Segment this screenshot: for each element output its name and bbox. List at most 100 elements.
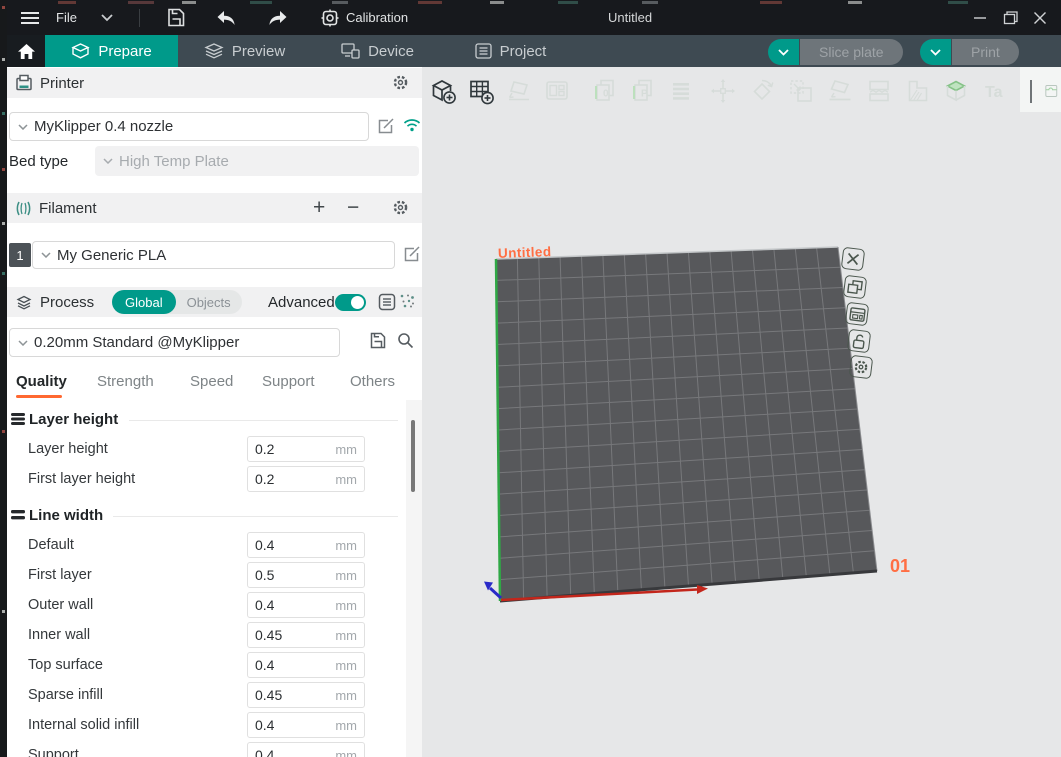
printer-preset-select[interactable]: MyKlipper 0.4 nozzle <box>9 112 369 141</box>
plate-gear-button[interactable] <box>849 355 874 380</box>
param-value[interactable]: 0.4 <box>255 597 274 613</box>
params-dots-button[interactable] <box>399 293 415 309</box>
calibration-button[interactable]: Calibration <box>315 0 414 35</box>
param-value[interactable]: 0.4 <box>255 537 274 553</box>
param-input[interactable]: 0.45 mm <box>247 622 365 648</box>
save-project-button[interactable] <box>160 0 191 35</box>
calibration-label: Calibration <box>346 10 408 25</box>
slice-options-button[interactable] <box>768 39 799 65</box>
printer-settings-button[interactable] <box>392 74 409 91</box>
edit-printer-button[interactable] <box>377 117 395 135</box>
param-input[interactable]: 0.5 mm <box>247 562 365 588</box>
param-row: Inner wall 0.45 mm <box>7 622 406 648</box>
artifact <box>2 168 5 171</box>
split-objects-button[interactable]: 0 <box>590 76 620 106</box>
param-unit: mm <box>335 628 357 643</box>
close-button[interactable] <box>1025 0 1055 35</box>
assembly-button[interactable] <box>1044 76 1061 106</box>
titlebar-divider <box>139 9 140 27</box>
lay-flat-button[interactable] <box>825 76 855 106</box>
tab-quality[interactable]: Quality <box>16 373 67 390</box>
process-section-title: Process <box>40 294 94 311</box>
param-input[interactable]: 0.4 mm <box>247 592 365 618</box>
seam-paint-button[interactable] <box>941 76 971 106</box>
auto-orient-button[interactable] <box>504 76 534 106</box>
scale-tool-button[interactable] <box>786 76 816 106</box>
param-value[interactable]: 0.4 <box>255 747 274 757</box>
tab-strength[interactable]: Strength <box>97 373 154 390</box>
process-preset-select[interactable]: 0.20mm Standard @MyKlipper <box>9 328 340 357</box>
param-value[interactable]: 0.4 <box>255 657 274 673</box>
add-object-button[interactable] <box>428 76 458 106</box>
print-options-button[interactable] <box>920 39 951 65</box>
rotate-tool-button[interactable] <box>747 76 777 106</box>
save-preset-button[interactable] <box>369 332 386 349</box>
advanced-label: Advanced <box>268 294 335 311</box>
param-input[interactable]: 0.4 mm <box>247 652 365 678</box>
param-input[interactable]: 0.4 mm <box>247 742 365 757</box>
tab-preview[interactable]: Preview <box>178 35 311 67</box>
home-button[interactable] <box>7 35 45 67</box>
move-icon <box>709 77 737 105</box>
panel-scrollbar[interactable] <box>406 400 422 757</box>
process-scope-toggle[interactable]: Global Objects <box>112 290 242 314</box>
param-input[interactable]: 0.45 mm <box>247 682 365 708</box>
bed-type-select[interactable]: High Temp Plate <box>95 146 419 176</box>
param-row: Outer wall 0.4 mm <box>7 592 406 618</box>
cut-tool-button[interactable] <box>864 76 894 106</box>
delete-plate-button[interactable] <box>841 247 866 272</box>
detail-list-button[interactable] <box>378 293 396 311</box>
param-input[interactable]: 0.2 mm <box>247 466 365 492</box>
plate-settings-button[interactable] <box>845 302 870 327</box>
layers-list-button[interactable] <box>666 76 696 106</box>
scope-objects[interactable]: Objects <box>176 295 242 310</box>
text-shape-button[interactable]: Ta <box>980 76 1010 106</box>
param-value[interactable]: 0.4 <box>255 717 274 733</box>
maximize-button[interactable] <box>995 0 1025 35</box>
arrange-button[interactable] <box>542 76 572 106</box>
remove-filament-button[interactable]: − <box>347 193 359 223</box>
artifact <box>58 1 76 4</box>
param-value[interactable]: 0.2 <box>255 471 274 487</box>
search-params-button[interactable] <box>397 332 414 349</box>
param-value[interactable]: 0.45 <box>255 627 282 643</box>
param-input[interactable]: 0.4 mm <box>247 712 365 738</box>
print-button[interactable]: Print <box>952 39 1019 65</box>
param-value[interactable]: 0.2 <box>255 441 274 457</box>
param-input[interactable]: 0.4 mm <box>247 532 365 558</box>
support-paint-button[interactable] <box>903 76 933 106</box>
main-menu-button[interactable] <box>14 0 46 35</box>
file-menu[interactable]: File <box>56 10 77 25</box>
redo-button[interactable] <box>261 0 295 35</box>
scope-global[interactable]: Global <box>112 290 176 314</box>
undo-button[interactable] <box>209 0 243 35</box>
file-menu-expand[interactable] <box>95 0 119 35</box>
scrollbar-thumb[interactable] <box>411 420 415 492</box>
add-filament-button[interactable]: + <box>313 193 325 223</box>
move-tool-button[interactable] <box>708 76 738 106</box>
tab-support[interactable]: Support <box>262 373 315 390</box>
tab-others[interactable]: Others <box>350 373 395 390</box>
tab-prepare[interactable]: Prepare <box>45 35 178 67</box>
param-value[interactable]: 0.5 <box>255 567 274 583</box>
slice-plate-button[interactable]: Slice plate <box>800 39 903 65</box>
tab-speed[interactable]: Speed <box>190 373 233 390</box>
advanced-toggle[interactable] <box>335 294 366 311</box>
chevron-down-icon <box>18 124 28 130</box>
param-input[interactable]: 0.2 mm <box>247 436 365 462</box>
filament-preset-select[interactable]: My Generic PLA <box>32 241 395 269</box>
edit-filament-button[interactable] <box>403 245 421 263</box>
add-plate-button[interactable] <box>466 76 496 106</box>
tab-device[interactable]: Device <box>311 35 444 67</box>
split-parts-button[interactable]: P <box>628 76 658 106</box>
printer-connection-button[interactable] <box>403 118 421 132</box>
filament-settings-button[interactable] <box>392 199 409 216</box>
param-value[interactable]: 0.45 <box>255 687 282 703</box>
param-row: Support 0.4 mm <box>7 742 406 757</box>
text-shape-icon: Ta <box>981 77 1009 105</box>
tab-project[interactable]: Project <box>444 35 577 67</box>
arrange-plate-button[interactable] <box>843 275 868 300</box>
param-scroll-area[interactable]: Layer height Layer height 0.2 mm First l… <box>7 400 406 757</box>
minimize-button[interactable] <box>965 0 995 35</box>
lock-plate-button[interactable] <box>847 329 872 354</box>
